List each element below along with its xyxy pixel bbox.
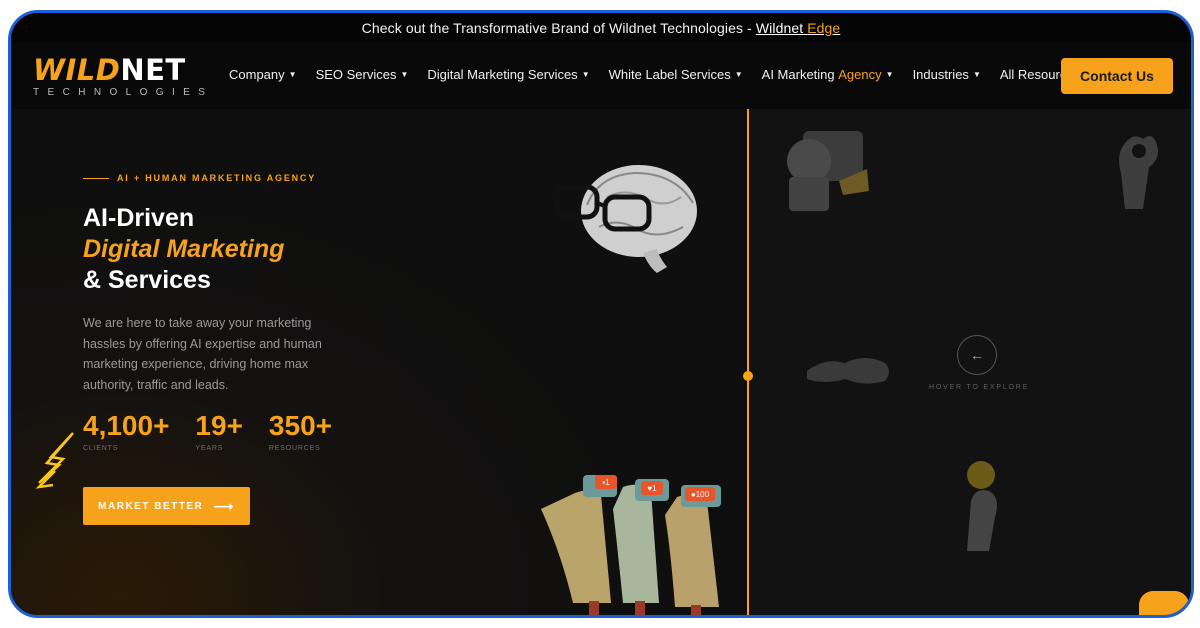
hero-stats: 4,100+ CLIENTS 19+ YEARS 350+ RESOURCES <box>83 410 358 453</box>
hero-title-line1: AI-Driven <box>83 204 195 232</box>
nav-item-digital-marketing[interactable]: Digital Marketing Services ▼ <box>427 67 589 82</box>
divider-dot <box>743 371 753 381</box>
nav-item-white-label[interactable]: White Label Services ▼ <box>609 67 743 82</box>
nav-item-label: Company <box>229 67 285 82</box>
stat-value: 19+ <box>195 410 243 441</box>
arrow-left-icon: ← <box>970 347 984 363</box>
stat-clients: 4,100+ CLIENTS <box>83 410 170 453</box>
announcement-link-accent: Edge <box>807 20 841 36</box>
cta-label: MARKET BETTER <box>98 500 204 512</box>
follower-count: 100 <box>695 489 710 499</box>
eyebrow-text: AI + HUMAN MARKETING AGENCY <box>117 173 317 183</box>
like-badge: ♥ 1 <box>641 481 663 495</box>
nav-item-seo-services[interactable]: SEO Services ▼ <box>316 67 409 82</box>
nav-item-label: Digital Marketing Services <box>427 67 578 82</box>
arrow-right-icon: ⟶ <box>213 497 235 514</box>
brain-glasses-illustration <box>547 165 697 273</box>
nav-menu: Company ▼ SEO Services ▼ Digital Marketing… <box>229 67 1111 82</box>
announcement-link[interactable]: Wildnet Edge <box>756 20 841 36</box>
nav-item-label: White Label Services <box>608 67 731 82</box>
nav-item-label: Industries <box>912 67 969 82</box>
hero-title-line3: & Services <box>83 266 211 294</box>
follower-badge: ● 100 <box>685 487 715 501</box>
hover-explore-button[interactable]: ← <box>957 335 997 375</box>
nav-item-label: SEO Services <box>315 67 397 82</box>
hero-eyebrow: AI + HUMAN MARKETING AGENCY <box>83 173 316 183</box>
eyebrow-line <box>83 177 109 179</box>
hero-title-line2: Digital Marketing <box>83 235 285 263</box>
stat-label: CLIENTS <box>83 445 119 452</box>
nav-item-label: AI Marketing <box>761 67 835 82</box>
lightning-icon <box>35 432 74 489</box>
nav-item-industries[interactable]: Industries ▼ <box>913 67 981 82</box>
stat-years: 19+ YEARS <box>195 410 243 453</box>
logo-wild: WILD <box>33 53 121 87</box>
like-count: 1 <box>652 483 657 493</box>
caret-down-icon: ▼ <box>581 70 590 79</box>
announcement-text: Check out the Transformative Brand of Wi… <box>361 20 752 36</box>
hero-divider <box>747 109 749 615</box>
caret-down-icon: ▼ <box>288 70 297 79</box>
comment-badge: ▪ 1 <box>595 475 617 489</box>
market-better-button[interactable]: MARKET BETTER ⟶ <box>83 487 250 525</box>
nav-item-label-highlight: Agency <box>838 67 882 82</box>
caret-down-icon: ▼ <box>400 70 409 79</box>
logo-subtitle: TECHNOLOGIES <box>33 87 214 98</box>
pointing-hand-icon <box>807 358 889 384</box>
ok-hand-icon <box>1119 136 1158 209</box>
main-nav: WILDNET TECHNOLOGIES Company ▼ SEO Servic… <box>11 43 1191 109</box>
stat-resources: 350+ RESOURCES <box>268 410 332 453</box>
logo-net: NET <box>120 53 186 87</box>
caret-down-icon: ▼ <box>972 70 981 79</box>
stat-label: YEARS <box>195 445 224 452</box>
announcement-link-main: Wildnet <box>755 20 804 36</box>
caret-down-icon: ▼ <box>885 70 894 79</box>
statue-illustration <box>787 131 869 211</box>
nav-item-ai-marketing-agency[interactable]: AI Marketing Agency ▼ <box>762 67 894 82</box>
browser-frame: Check out the Transformative Brand of Wi… <box>8 10 1194 618</box>
contact-us-button[interactable]: Contact Us <box>1061 58 1173 94</box>
chat-widget-icon[interactable] <box>1139 591 1189 615</box>
hero-description: We are here to take away your marketing … <box>83 316 322 392</box>
hero-title: AI-Driven Digital Marketing & Services <box>83 203 284 296</box>
lightbulb-hand-icon <box>967 461 997 551</box>
stat-label: RESOURCES <box>268 445 321 452</box>
stat-value: 4,100+ <box>83 410 170 441</box>
stat-value: 350+ <box>268 410 332 441</box>
announcement-bar: Check out the Transformative Brand of Wi… <box>11 13 1191 43</box>
hover-explore-label: HOVER TO EXPLORE <box>929 384 1030 391</box>
caret-down-icon: ▼ <box>734 70 743 79</box>
logo[interactable]: WILDNET TECHNOLOGIES <box>33 53 214 99</box>
nav-item-company[interactable]: Company ▼ <box>229 67 297 82</box>
comment-count: 1 <box>605 477 610 487</box>
